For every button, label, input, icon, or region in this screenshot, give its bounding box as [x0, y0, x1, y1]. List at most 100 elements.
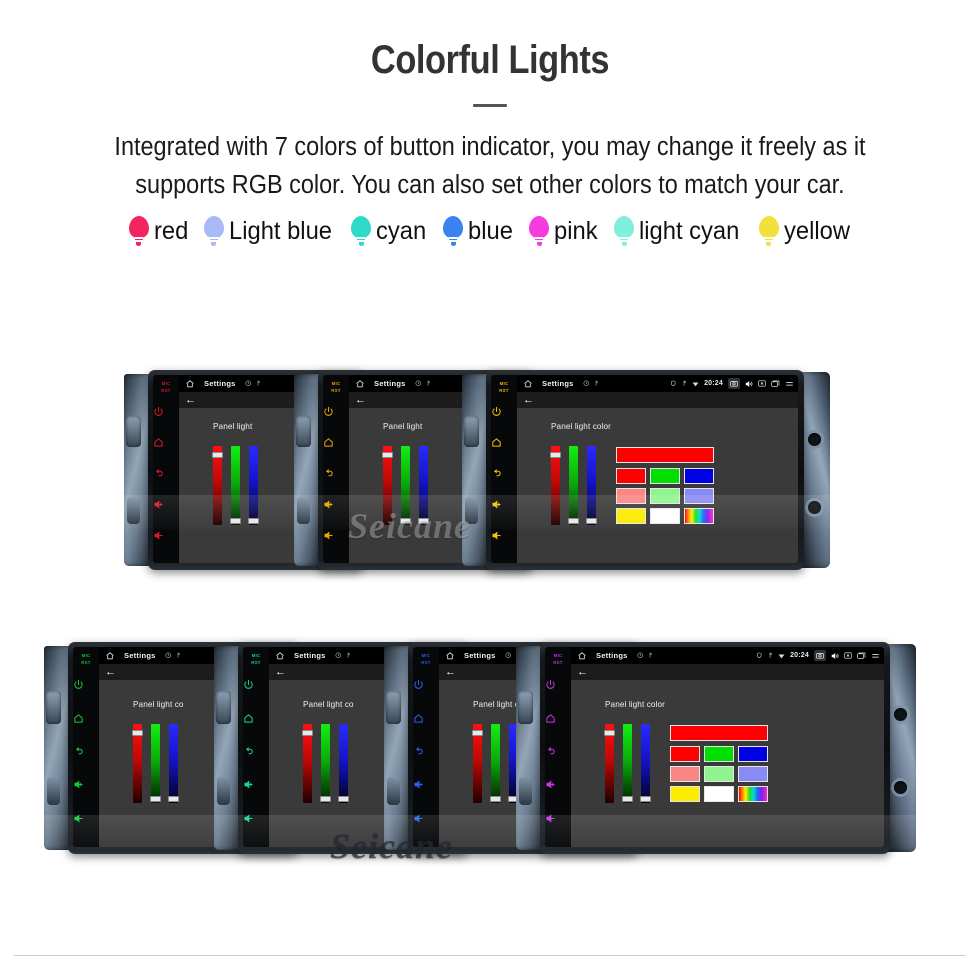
home-icon[interactable] [355, 379, 365, 389]
green-slider[interactable] [150, 724, 161, 803]
red-slider[interactable] [382, 446, 393, 525]
back-arrow-icon[interactable]: ← [355, 394, 366, 406]
blue-slider[interactable] [586, 446, 597, 525]
green-slider[interactable] [568, 446, 579, 525]
blue-slider[interactable] [338, 724, 349, 803]
home-icon[interactable] [445, 651, 455, 661]
swatch-green[interactable] [650, 468, 680, 484]
screenshot-icon[interactable] [728, 378, 740, 389]
red-slider[interactable] [212, 446, 223, 525]
back-icon[interactable] [323, 468, 349, 479]
swatch-yellow[interactable] [616, 508, 646, 524]
back-icon[interactable] [73, 746, 99, 757]
volume-down-icon[interactable] [73, 813, 99, 824]
blue-slider-thumb[interactable] [248, 517, 259, 524]
blue-slider[interactable] [168, 724, 179, 803]
swatch-lightgreen[interactable] [704, 766, 734, 782]
green-slider[interactable] [400, 446, 411, 525]
home-icon[interactable] [545, 713, 571, 724]
swatch-lightgreen[interactable] [650, 488, 680, 504]
power-icon[interactable] [243, 679, 269, 690]
back-icon[interactable] [545, 746, 571, 757]
recent-apps-icon[interactable] [857, 652, 866, 659]
red-slider[interactable] [550, 446, 561, 525]
swatch-salmon[interactable] [616, 488, 646, 504]
blue-slider-thumb[interactable] [640, 795, 651, 802]
home-icon[interactable] [523, 379, 533, 389]
red-slider-thumb[interactable] [302, 729, 313, 736]
menu-icon[interactable] [871, 652, 880, 660]
volume-down-icon[interactable] [323, 530, 349, 541]
power-icon[interactable] [73, 679, 99, 690]
red-slider[interactable] [132, 724, 143, 803]
close-window-icon[interactable] [758, 380, 766, 387]
volume-up-icon[interactable] [243, 779, 269, 790]
power-icon[interactable] [491, 406, 517, 417]
green-slider[interactable] [320, 724, 331, 803]
swatch-red[interactable] [616, 468, 646, 484]
back-arrow-icon[interactable]: ← [445, 666, 456, 678]
home-icon[interactable] [491, 437, 517, 448]
swatch-blue[interactable] [738, 746, 768, 762]
home-icon[interactable] [153, 437, 179, 448]
power-icon[interactable] [545, 679, 571, 690]
swatch-salmon[interactable] [670, 766, 700, 782]
back-icon[interactable] [243, 746, 269, 757]
swatch-green[interactable] [704, 746, 734, 762]
power-icon[interactable] [153, 406, 179, 417]
back-arrow-icon[interactable]: ← [523, 394, 534, 406]
red-slider[interactable] [472, 724, 483, 803]
green-slider-thumb[interactable] [490, 795, 501, 802]
volume-up-icon[interactable] [491, 499, 517, 510]
green-slider-thumb[interactable] [622, 795, 633, 802]
green-slider[interactable] [230, 446, 241, 525]
home-icon[interactable] [105, 651, 115, 661]
green-slider[interactable] [622, 724, 633, 803]
close-window-icon[interactable] [844, 652, 852, 659]
blue-slider-thumb[interactable] [586, 517, 597, 524]
power-icon[interactable] [323, 406, 349, 417]
volume-down-icon[interactable] [243, 813, 269, 824]
volume-down-icon[interactable] [413, 813, 439, 824]
volume-down-icon[interactable] [545, 813, 571, 824]
red-slider[interactable] [604, 724, 615, 803]
blue-slider-thumb[interactable] [168, 795, 179, 802]
blue-slider[interactable] [640, 724, 651, 803]
blue-slider[interactable] [418, 446, 429, 525]
home-icon[interactable] [185, 379, 195, 389]
swatch-white[interactable] [704, 786, 734, 802]
back-arrow-icon[interactable]: ← [105, 666, 116, 678]
volume-up-icon[interactable] [413, 779, 439, 790]
volume-down-icon[interactable] [491, 530, 517, 541]
red-slider-thumb[interactable] [212, 451, 223, 458]
home-icon[interactable] [577, 651, 587, 661]
green-slider[interactable] [490, 724, 501, 803]
home-icon[interactable] [243, 713, 269, 724]
green-slider-thumb[interactable] [400, 517, 411, 524]
blue-slider-thumb[interactable] [418, 517, 429, 524]
blue-slider[interactable] [248, 446, 259, 525]
volume-up-icon[interactable] [323, 499, 349, 510]
home-icon[interactable] [275, 651, 285, 661]
green-slider-thumb[interactable] [568, 517, 579, 524]
menu-icon[interactable] [785, 380, 794, 388]
volume-icon[interactable] [831, 652, 839, 660]
red-slider-thumb[interactable] [550, 451, 561, 458]
volume-up-icon[interactable] [545, 779, 571, 790]
back-arrow-icon[interactable]: ← [275, 666, 286, 678]
volume-up-icon[interactable] [153, 499, 179, 510]
back-icon[interactable] [153, 468, 179, 479]
blue-slider-thumb[interactable] [338, 795, 349, 802]
green-slider-thumb[interactable] [150, 795, 161, 802]
back-icon[interactable] [413, 746, 439, 757]
home-icon[interactable] [413, 713, 439, 724]
swatch-blue[interactable] [684, 468, 714, 484]
green-slider-thumb[interactable] [230, 517, 241, 524]
volume-up-icon[interactable] [73, 779, 99, 790]
swatch-periwinkle[interactable] [738, 766, 768, 782]
back-icon[interactable] [491, 468, 517, 479]
back-arrow-icon[interactable]: ← [577, 666, 588, 678]
swatch-white[interactable] [650, 508, 680, 524]
red-slider-thumb[interactable] [604, 729, 615, 736]
screenshot-icon[interactable] [814, 650, 826, 661]
